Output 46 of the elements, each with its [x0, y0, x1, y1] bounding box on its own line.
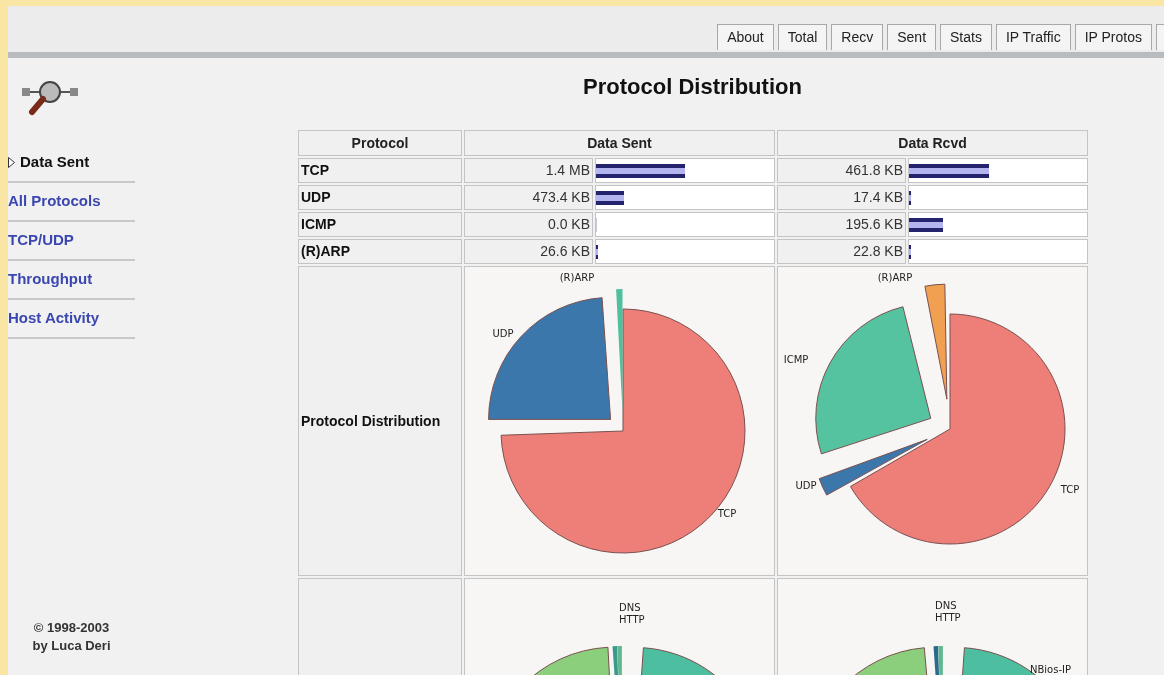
sidebar-link[interactable]: Host Activity [8, 300, 135, 339]
slice-label: TCP [717, 508, 737, 519]
sidebar-link[interactable]: All Protocols [8, 183, 135, 222]
sidebar-link[interactable]: Data Sent [8, 144, 135, 183]
tab[interactable]: Total [777, 24, 828, 50]
slice-label: NBios-IP [1030, 664, 1072, 675]
protocol-cell: (R)ARP [298, 239, 462, 264]
protocol-cell: UDP [298, 185, 462, 210]
column-header: Protocol [298, 130, 462, 156]
sidebar-link[interactable]: Throughput [8, 261, 135, 300]
triangle-icon [8, 157, 15, 168]
copyright-text: by Luca Deri [32, 637, 111, 655]
value-cell: 195.6 KB [777, 212, 906, 237]
slice-label: HTTP [619, 614, 645, 625]
slice-label: UDP [492, 328, 514, 339]
slice-label: HTTP [935, 612, 961, 623]
value-cell: 473.4 KB [464, 185, 593, 210]
slice-label: ICMP [783, 354, 809, 365]
value-cell: 22.8 KB [777, 239, 906, 264]
tab[interactable]: Stats [940, 24, 992, 50]
value-cell: 0.0 KB [464, 212, 593, 237]
tab[interactable]: About [717, 24, 774, 50]
tab[interactable]: Sent [887, 24, 937, 50]
slice-label: (R)ARP [877, 272, 913, 283]
value-cell: 1.4 MB [464, 158, 593, 183]
page-title: Protocol Distribution [582, 73, 803, 101]
magnifier-network-icon [20, 80, 80, 116]
tab[interactable]: IP Protos [1074, 24, 1152, 50]
sidebar-link[interactable]: TCP/UDP [8, 222, 135, 261]
slice-label: DNS [619, 602, 641, 613]
slice-label: TCP [1060, 484, 1080, 495]
row-label-cell: Protocol Distribution [298, 266, 462, 576]
value-cell: 461.8 KB [777, 158, 906, 183]
value-cell: 17.4 KB [777, 185, 906, 210]
slice-label: (R)ARP [559, 272, 595, 283]
column-header: Data Sent [464, 130, 775, 156]
protocol-cell: TCP [298, 158, 462, 183]
tab-edge[interactable] [1156, 24, 1164, 50]
copyright-text: © 1998-2003 [33, 619, 110, 637]
column-header: Data Rcvd [777, 130, 1088, 156]
slice-label: UDP [795, 480, 817, 491]
value-cell: 26.6 KB [464, 239, 593, 264]
tab[interactable]: Recv [831, 24, 884, 50]
tab[interactable]: IP Traffic [995, 24, 1071, 50]
slice-label: DNS [935, 600, 957, 611]
protocol-cell: ICMP [298, 212, 462, 237]
